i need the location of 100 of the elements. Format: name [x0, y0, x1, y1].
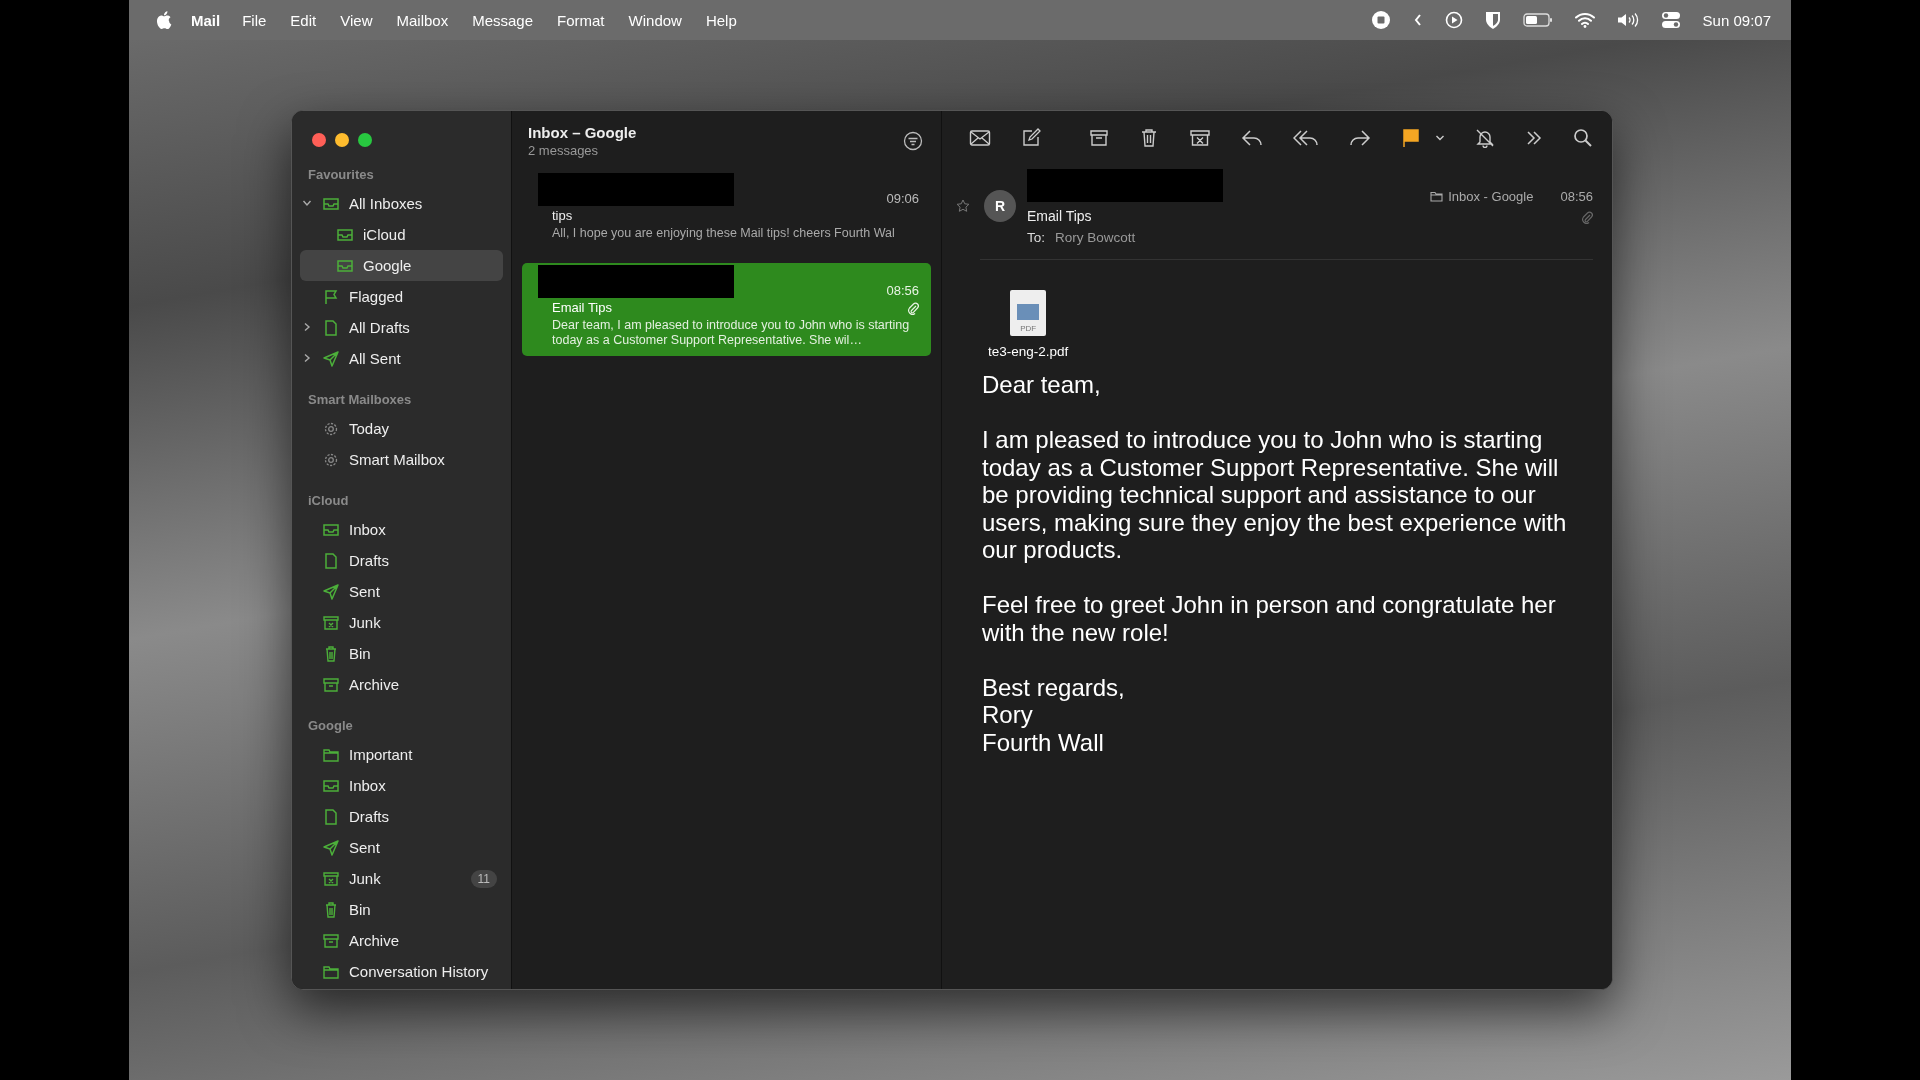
- menu-item[interactable]: View: [340, 11, 373, 29]
- volume-icon[interactable]: [1616, 12, 1639, 28]
- message-preview: Dear team, I am pleased to introduce you to John who is starting today as a Customer Support Representative. She wil…: [551, 318, 911, 348]
- app-menu[interactable]: Mail: [191, 11, 221, 29]
- folder-icon: [322, 746, 340, 763]
- attachment-name: te3-eng-2.pdf: [988, 344, 1069, 359]
- menu-item[interactable]: File: [242, 11, 267, 29]
- menu-item[interactable]: Message: [472, 11, 534, 29]
- close-button[interactable]: [312, 133, 326, 147]
- sidebar-item[interactable]: Sent: [300, 576, 503, 607]
- archive-box-icon[interactable]: [1089, 128, 1109, 148]
- gear-icon: [322, 451, 340, 468]
- sidebar-item[interactable]: Drafts: [300, 801, 503, 832]
- document-icon: [322, 552, 340, 569]
- compose-icon[interactable]: [1021, 128, 1041, 148]
- inbox-tray-icon: [322, 521, 340, 538]
- folder-icon: [1430, 191, 1444, 202]
- sidebar-item[interactable]: All Sent: [300, 343, 503, 374]
- minimize-button[interactable]: [335, 133, 349, 147]
- body-text: Rory: [982, 701, 1034, 729]
- zoom-button[interactable]: [358, 133, 372, 147]
- search-icon[interactable]: [1573, 128, 1593, 148]
- reply-icon[interactable]: [1241, 129, 1263, 147]
- message-row[interactable]: 08:56 Email Tips Dear team, I am pleased to introduce you to John who is starting today as a Customer Support Representative. She wil…: [522, 263, 931, 356]
- disclosure-chevron-icon[interactable]: [302, 353, 312, 363]
- envelope-icon[interactable]: [969, 129, 991, 147]
- recipient-name: Rory Bowcott: [1055, 230, 1136, 245]
- paper-plane-icon: [322, 583, 340, 600]
- mailbox-name: Inbox - Google: [1448, 189, 1534, 204]
- disclosure-chevron-icon[interactable]: [302, 198, 312, 208]
- sidebar-item[interactable]: Important: [300, 739, 503, 770]
- menu-item[interactable]: Help: [705, 11, 737, 29]
- more-chevrons-icon[interactable]: [1525, 130, 1543, 146]
- star-icon[interactable]: [956, 199, 970, 213]
- menu-item[interactable]: Format: [557, 11, 605, 29]
- disclosure-chevron-icon[interactable]: [302, 322, 312, 332]
- sidebar-item[interactable]: Archive: [300, 925, 503, 956]
- chevron-left-icon[interactable]: [1412, 12, 1423, 28]
- recipient-label: To:: [1027, 230, 1045, 245]
- menu-item[interactable]: Window: [628, 11, 682, 29]
- document-icon: [322, 808, 340, 825]
- paper-plane-icon: [322, 839, 340, 856]
- message-count: 2 messages: [528, 143, 600, 158]
- pdf-file-icon: PDF: [1010, 290, 1047, 336]
- mailbox-title: Inbox – Google: [528, 124, 637, 141]
- sidebar-item[interactable]: Bin: [300, 894, 503, 925]
- body-text: I am pleased to introduce you to John who is starting today as a Customer Support Representative. She will be providing technical support and assistance to our users, making sure they enjoy the best experience with our products.: [982, 426, 1568, 564]
- clock[interactable]: Sun 09:07: [1702, 11, 1771, 29]
- junk-box-icon: [322, 614, 340, 631]
- sidebar-item[interactable]: Drafts: [300, 545, 503, 576]
- section-heading: Favourites: [307, 166, 375, 184]
- body-text: Dear team,: [982, 371, 1102, 399]
- message-time: 09:06: [886, 191, 919, 206]
- body-text: Feel free to greet John in person and congratulate her with the new role!: [982, 591, 1557, 646]
- sidebar-item[interactable]: Archive: [300, 669, 503, 700]
- stop-recording-icon[interactable]: [1370, 10, 1391, 30]
- attachment[interactable]: PDF te3-eng-2.pdf: [988, 290, 1069, 359]
- apple-logo-icon[interactable]: [156, 10, 173, 30]
- section-heading: iCloud: [307, 492, 350, 510]
- paper-plane-icon: [322, 350, 340, 367]
- sidebar-item[interactable]: Today: [300, 413, 503, 444]
- sidebar-item[interactable]: All Inboxes: [300, 188, 503, 219]
- junk-box-icon[interactable]: [1189, 128, 1211, 148]
- archive-box-icon: [322, 932, 340, 949]
- section-heading: Google: [307, 717, 354, 735]
- filter-icon[interactable]: [903, 131, 923, 151]
- caret-icon[interactable]: [1435, 134, 1445, 142]
- section-heading: Smart Mailboxes: [307, 391, 413, 409]
- sidebar-item[interactable]: Bin: [300, 638, 503, 669]
- battery-icon[interactable]: [1522, 12, 1553, 28]
- sidebar-item[interactable]: Junk: [300, 607, 503, 638]
- bell-slash-icon[interactable]: [1475, 128, 1495, 148]
- message-row[interactable]: 09:06 tips All, I hope you are enjoying these Mail tips! cheers Fourth Wal: [522, 171, 931, 249]
- menu-item[interactable]: Edit: [290, 11, 317, 29]
- sidebar-item[interactable]: Sent: [300, 832, 503, 863]
- menu-item[interactable]: Mailbox: [396, 11, 449, 29]
- sidebar-item[interactable]: Google: [300, 250, 503, 281]
- play-circle-icon[interactable]: [1444, 11, 1463, 29]
- sidebar-item[interactable]: Flagged: [300, 281, 503, 312]
- trash-icon[interactable]: [1139, 128, 1159, 148]
- junk-box-icon: [322, 870, 340, 887]
- email-time: 08:56: [1560, 189, 1593, 204]
- unread-count: 11: [470, 869, 497, 888]
- control-center-icon[interactable]: [1660, 11, 1681, 29]
- sidebar-item[interactable]: Conversation History: [300, 956, 503, 987]
- sidebar-item[interactable]: iCloud: [300, 219, 503, 250]
- reply-all-icon[interactable]: [1293, 129, 1319, 147]
- flag-icon[interactable]: [1401, 128, 1421, 148]
- sidebar-item[interactable]: Inbox: [300, 514, 503, 545]
- sidebar-item[interactable]: All Drafts: [300, 312, 503, 343]
- shield-icon[interactable]: [1484, 10, 1501, 30]
- document-icon: [322, 319, 340, 336]
- wifi-icon[interactable]: [1574, 12, 1595, 28]
- sidebar-item[interactable]: Smart Mailbox: [300, 444, 503, 475]
- forward-icon[interactable]: [1349, 129, 1371, 147]
- sidebar-item[interactable]: Junk 11: [300, 863, 503, 894]
- gear-icon: [322, 420, 340, 437]
- body-text: Best regards,: [982, 673, 1126, 701]
- inbox-tray-icon: [322, 777, 340, 794]
- sidebar-item[interactable]: Inbox: [300, 770, 503, 801]
